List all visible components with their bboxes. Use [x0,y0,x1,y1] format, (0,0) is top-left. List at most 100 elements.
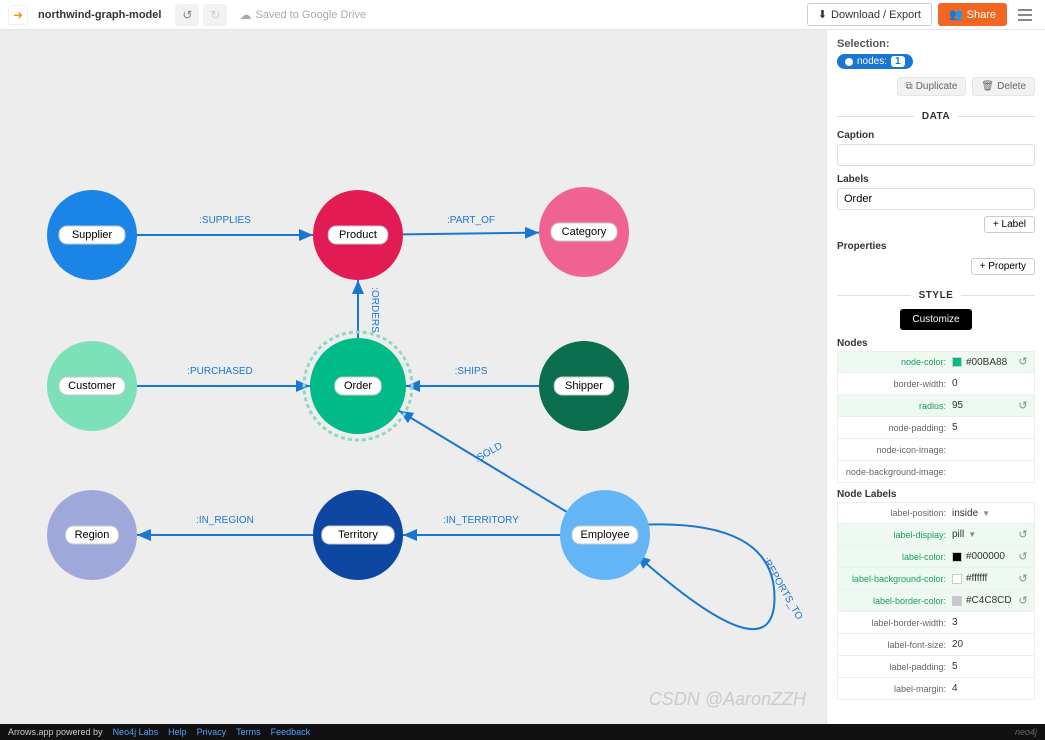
revert-button[interactable]: ↺ [1016,528,1030,542]
relationship-label[interactable]: :IN_REGION [196,515,254,526]
style-prop-value[interactable]: 4 [952,683,1030,694]
style-prop-key: label-position: [842,508,952,518]
node-dot-icon [845,58,853,66]
selection-chip[interactable]: nodes: 1 [837,54,913,69]
relationship-label[interactable]: :PART_OF [447,215,495,226]
style-prop-key: label-color: [842,552,952,562]
caption-input[interactable] [837,144,1035,166]
node-label-text: Customer [68,380,116,392]
dropdown-caret-icon: ▼ [968,530,976,539]
style-prop-row[interactable]: label-border-width:3 [837,612,1035,634]
relationship-arrow[interactable] [403,233,539,235]
style-prop-row[interactable]: label-color:#000000↺ [837,546,1035,568]
caption-label: Caption [837,130,1035,141]
node-label-text: Category [562,226,607,238]
style-prop-value[interactable]: 20 [952,639,1030,650]
style-prop-value[interactable]: 0 [952,378,1030,389]
download-icon: ⬇ [818,8,827,21]
style-prop-row[interactable]: label-border-color:#C4C8CD↺ [837,590,1035,612]
duplicate-icon: ⧉ [906,81,913,92]
color-swatch [952,596,962,606]
footer-link-terms[interactable]: Terms [236,727,261,737]
style-prop-key: label-border-color: [842,596,952,606]
style-prop-value[interactable]: pill▼ [952,529,1016,540]
style-prop-value[interactable]: inside▼ [952,508,1030,519]
style-prop-value[interactable]: 3 [952,617,1030,628]
style-prop-row[interactable]: label-display:pill▼↺ [837,524,1035,546]
revert-button[interactable]: ↺ [1016,399,1030,413]
style-prop-row[interactable]: label-font-size:20 [837,634,1035,656]
style-prop-value[interactable]: #00BA88 [952,357,1016,368]
node-label-text: Employee [581,529,630,541]
delete-button[interactable]: 🗑Delete [972,77,1035,96]
style-prop-key: label-padding: [842,662,952,672]
style-prop-value[interactable]: #ffffff [952,573,1016,584]
dropdown-caret-icon: ▼ [982,509,990,518]
relationship-label[interactable]: :SHIPS [455,366,488,377]
relationship-label[interactable]: :REPORTS_TO [760,556,805,622]
node-label-text: Region [75,529,110,541]
add-property-button[interactable]: + Property [971,258,1035,275]
style-prop-row[interactable]: node-color:#00BA88↺ [837,351,1035,373]
footer-link-help[interactable]: Help [168,727,187,737]
top-bar: ➜ northwind-graph-model ↺ ↻ ☁ Saved to G… [0,0,1045,30]
relationship-label[interactable]: :SUPPLIES [199,215,251,226]
app-logo-icon: ➜ [8,5,28,25]
duplicate-button[interactable]: ⧉Duplicate [897,77,967,96]
style-prop-row[interactable]: label-padding:5 [837,656,1035,678]
save-status-text: Saved to Google Drive [255,9,366,21]
footer-link-feedback[interactable]: Feedback [271,727,311,737]
revert-button[interactable]: ↺ [1016,355,1030,369]
nodes-subheading: Nodes [837,338,1035,349]
inspector-panel: Selection: nodes: 1 ⧉Duplicate 🗑Delete D… [826,30,1045,724]
revert-button[interactable]: ↺ [1016,572,1030,586]
redo-button[interactable]: ↻ [203,4,227,26]
color-swatch [952,552,962,562]
node-labels-subheading: Node Labels [837,489,1035,500]
style-prop-row[interactable]: node-padding:5 [837,417,1035,439]
graph-canvas[interactable]: :SUPPLIES :PART_OF :ORDERS :PURCHASED :SHIPS… [0,30,826,724]
style-prop-value[interactable]: #C4C8CD [952,595,1016,606]
node-label-text: Shipper [565,380,603,392]
selection-heading: Selection: [837,38,890,50]
color-swatch [952,357,962,367]
style-prop-row[interactable]: label-position:inside▼ [837,502,1035,524]
labels-input[interactable] [837,188,1035,210]
style-prop-value[interactable]: 95 [952,400,1016,411]
style-prop-row[interactable]: radius:95↺ [837,395,1035,417]
style-prop-value[interactable]: 5 [952,661,1030,672]
customize-button[interactable]: Customize [900,309,971,330]
menu-button[interactable] [1013,4,1037,26]
undo-button[interactable]: ↺ [175,4,199,26]
style-prop-row[interactable]: border-width:0 [837,373,1035,395]
node-label-text: Supplier [72,229,113,241]
style-prop-key: label-margin: [842,684,952,694]
share-icon: 👥 [949,8,963,21]
footer-bar: Arrows.app powered by Neo4j Labs Help Pr… [0,724,1045,740]
style-prop-key: border-width: [842,379,952,389]
style-prop-value[interactable]: 5 [952,422,1030,433]
footer-link-privacy[interactable]: Privacy [197,727,227,737]
relationship-label[interactable]: :SOLD [473,441,504,466]
footer-neo4j-link[interactable]: Neo4j Labs [113,727,159,737]
revert-button[interactable]: ↺ [1016,594,1030,608]
style-prop-key: radius: [842,401,952,411]
style-prop-row[interactable]: label-margin:4 [837,678,1035,700]
relationship-label[interactable]: :ORDERS [369,287,380,333]
revert-button[interactable]: ↺ [1016,550,1030,564]
relationship-arrow[interactable] [637,524,775,629]
color-swatch [952,574,962,584]
add-label-button[interactable]: + Label [984,216,1035,233]
relationship-label[interactable]: :IN_TERRITORY [443,515,519,526]
style-prop-key: label-border-width: [842,618,952,628]
style-prop-row[interactable]: label-background-color:#ffffff↺ [837,568,1035,590]
document-title[interactable]: northwind-graph-model [38,9,161,21]
relationship-label[interactable]: :PURCHASED [187,366,253,377]
style-prop-value[interactable]: #000000 [952,551,1016,562]
style-prop-row[interactable]: node-icon-image: [837,439,1035,461]
cloud-icon: ☁ [239,8,251,22]
download-export-button[interactable]: ⬇Download / Export [807,3,932,26]
style-prop-row[interactable]: node-background-image: [837,461,1035,483]
share-button[interactable]: 👥Share [938,3,1007,26]
style-section-title: STYLE [911,290,962,301]
